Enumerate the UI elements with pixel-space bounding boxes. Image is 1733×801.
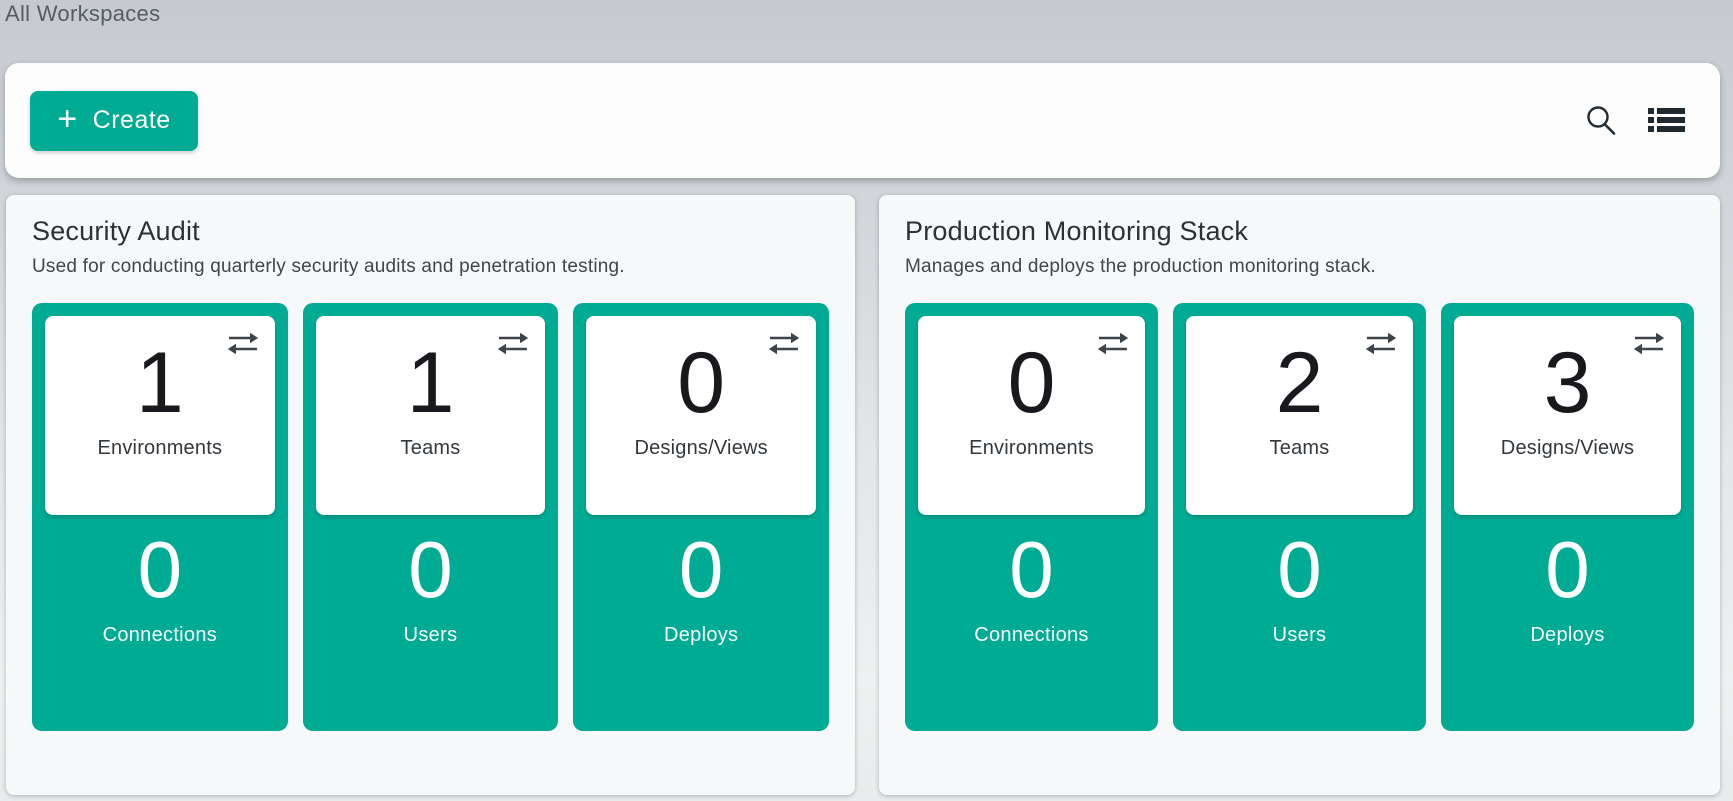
workspace-name: Security Audit <box>32 216 829 247</box>
swap-button[interactable] <box>1094 328 1132 359</box>
stat-tile[interactable]: 0 Environments 0 Connections <box>905 303 1158 731</box>
stat-tile[interactable]: 1 Environments 0 Connections <box>32 303 288 731</box>
list-view-button[interactable] <box>1644 98 1690 144</box>
stat-bottom-label: Connections <box>918 624 1145 647</box>
stat-top-label: Environments <box>45 437 275 460</box>
swap-horizontal-icon <box>767 330 801 357</box>
stat-bottom-label: Deploys <box>1454 624 1681 647</box>
stat-top-label: Designs/Views <box>1454 437 1681 460</box>
toolbar-icons <box>1578 98 1690 144</box>
stat-bottom-label: Users <box>1186 624 1413 647</box>
stat-tile-bottom: 0 Connections <box>918 515 1145 718</box>
stat-bottom-label: Connections <box>45 624 275 647</box>
stat-bottom-label: Deploys <box>586 624 816 647</box>
page-title: All Workspaces <box>5 1 160 27</box>
workspace-cards: Security Audit Used for conducting quart… <box>6 195 1720 795</box>
stat-top-label: Environments <box>918 437 1145 460</box>
stat-top-label: Teams <box>316 437 546 460</box>
swap-horizontal-icon <box>1632 330 1666 357</box>
stat-tile-top: 1 Environments <box>45 316 275 515</box>
stat-tile-bottom: 0 Connections <box>45 515 275 718</box>
create-button-label: Create <box>93 106 171 135</box>
stat-tile-top: 0 Designs/Views <box>586 316 816 515</box>
stat-top-label: Designs/Views <box>586 437 816 460</box>
stat-tile-bottom: 0 Deploys <box>1454 515 1681 718</box>
stat-tile-top: 2 Teams <box>1186 316 1413 515</box>
swap-horizontal-icon <box>226 330 260 357</box>
stat-bottom-value: 0 <box>316 530 546 610</box>
search-button[interactable] <box>1578 98 1624 144</box>
stat-tiles: 0 Environments 0 Connections 2 Teams 0 U… <box>905 303 1694 731</box>
plus-icon: + <box>57 102 77 136</box>
stat-tile[interactable]: 2 Teams 0 Users <box>1173 303 1426 731</box>
workspace-description: Used for conducting quarterly security a… <box>32 256 829 278</box>
workspace-name: Production Monitoring Stack <box>905 216 1694 247</box>
stat-bottom-value: 0 <box>586 530 816 610</box>
stat-tile[interactable]: 3 Designs/Views 0 Deploys <box>1441 303 1694 731</box>
create-workspace-button[interactable]: + Create <box>30 91 198 151</box>
stat-tile-bottom: 0 Users <box>1186 515 1413 718</box>
swap-button[interactable] <box>1362 328 1400 359</box>
stat-tile-bottom: 0 Users <box>316 515 546 718</box>
workspace-card: Production Monitoring Stack Manages and … <box>879 195 1720 795</box>
stat-bottom-value: 0 <box>1454 530 1681 610</box>
workspace-description: Manages and deploys the production monit… <box>905 256 1694 278</box>
swap-horizontal-icon <box>496 330 530 357</box>
stat-tile-bottom: 0 Deploys <box>586 515 816 718</box>
swap-button[interactable] <box>494 328 532 359</box>
stat-tile[interactable]: 1 Teams 0 Users <box>303 303 559 731</box>
swap-button[interactable] <box>224 328 262 359</box>
stat-tiles: 1 Environments 0 Connections 1 Teams 0 U… <box>32 303 829 731</box>
workspace-card: Security Audit Used for conducting quart… <box>6 195 855 795</box>
toolbar: + Create <box>5 63 1720 178</box>
swap-horizontal-icon <box>1096 330 1130 357</box>
stat-bottom-value: 0 <box>918 530 1145 610</box>
stat-tile-top: 1 Teams <box>316 316 546 515</box>
swap-button[interactable] <box>765 328 803 359</box>
stat-bottom-value: 0 <box>45 530 275 610</box>
stat-tile-top: 0 Environments <box>918 316 1145 515</box>
stat-bottom-label: Users <box>316 624 546 647</box>
swap-horizontal-icon <box>1364 330 1398 357</box>
stat-tile[interactable]: 0 Designs/Views 0 Deploys <box>573 303 829 731</box>
stat-tile-top: 3 Designs/Views <box>1454 316 1681 515</box>
stat-top-label: Teams <box>1186 437 1413 460</box>
swap-button[interactable] <box>1630 328 1668 359</box>
stat-bottom-value: 0 <box>1186 530 1413 610</box>
search-icon <box>1583 103 1619 139</box>
list-view-icon <box>1647 106 1687 136</box>
